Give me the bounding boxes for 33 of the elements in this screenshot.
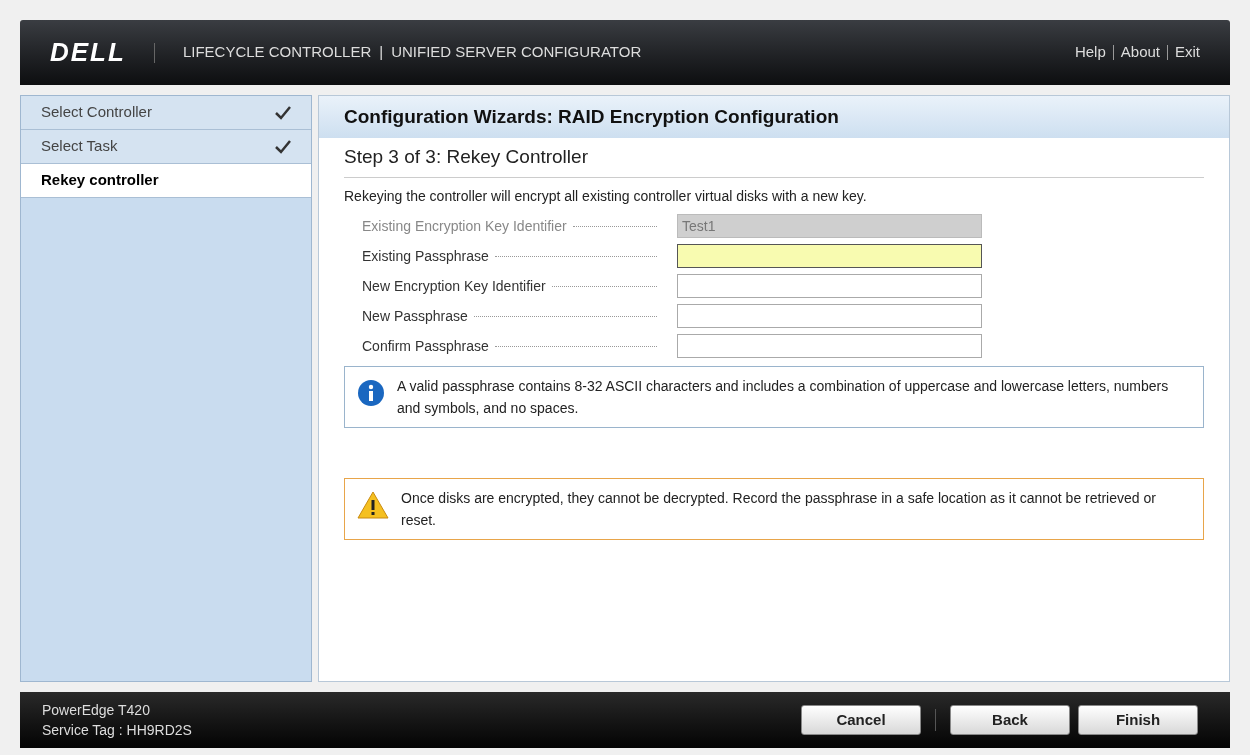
field-label: Confirm Passphrase [362, 336, 489, 356]
checkmark-icon [275, 105, 291, 120]
footer-button[interactable]: Back [950, 705, 1070, 735]
separator: | [379, 42, 384, 63]
header-link[interactable]: Exit [1175, 41, 1200, 64]
info-icon [357, 379, 385, 407]
product-title: LIFECYCLE CONTROLLER [182, 42, 372, 63]
model-name: PowerEdge T420 [42, 701, 151, 720]
input-field[interactable] [677, 244, 982, 268]
header-link[interactable]: About [1120, 41, 1160, 64]
message-text: Once disks are encrypted, they cannot be decrypted. Record the passphrase in a safe location as it cannot be retrieved or reset. [401, 489, 1157, 530]
panel-title: Configuration Wizards: RAID Encryption Configuration [319, 96, 1229, 138]
input-field[interactable] [677, 334, 982, 358]
field-label: Existing Passphrase [362, 246, 489, 266]
header-link[interactable]: Help [1074, 41, 1106, 64]
input-field[interactable] [677, 304, 982, 328]
description-text: Rekeying the controller will encrypt all existing controller virtual disks with a new key. [344, 187, 868, 206]
service-tag: Service Tag : HH9RD2S [42, 720, 192, 740]
field-label: New Encryption Key Identifier [362, 276, 546, 296]
checkmark-icon [275, 139, 291, 154]
product-subtitle: UNIFIED SERVER CONFIGURATOR [391, 42, 642, 63]
step-item[interactable]: Select Task [21, 130, 311, 164]
step-title: Step 3 of 3: Rekey Controller [344, 138, 1204, 178]
field-label: New Passphrase [362, 306, 468, 326]
message-text: A valid passphrase contains 8-32 ASCII characters and includes a combination of uppercase and lowercase letters, numbers and symbols, and no spaces. [397, 377, 1170, 418]
input-field[interactable] [677, 274, 982, 298]
logo: DELL [50, 36, 126, 69]
step-item[interactable]: Select Controller [21, 96, 311, 130]
field-label: Existing Encryption Key Identifier [362, 216, 567, 236]
footer-button[interactable]: Cancel [801, 705, 921, 735]
step-item[interactable]: Rekey controller [21, 164, 311, 198]
footer-button[interactable]: Finish [1078, 705, 1198, 735]
warning-icon [357, 491, 389, 519]
